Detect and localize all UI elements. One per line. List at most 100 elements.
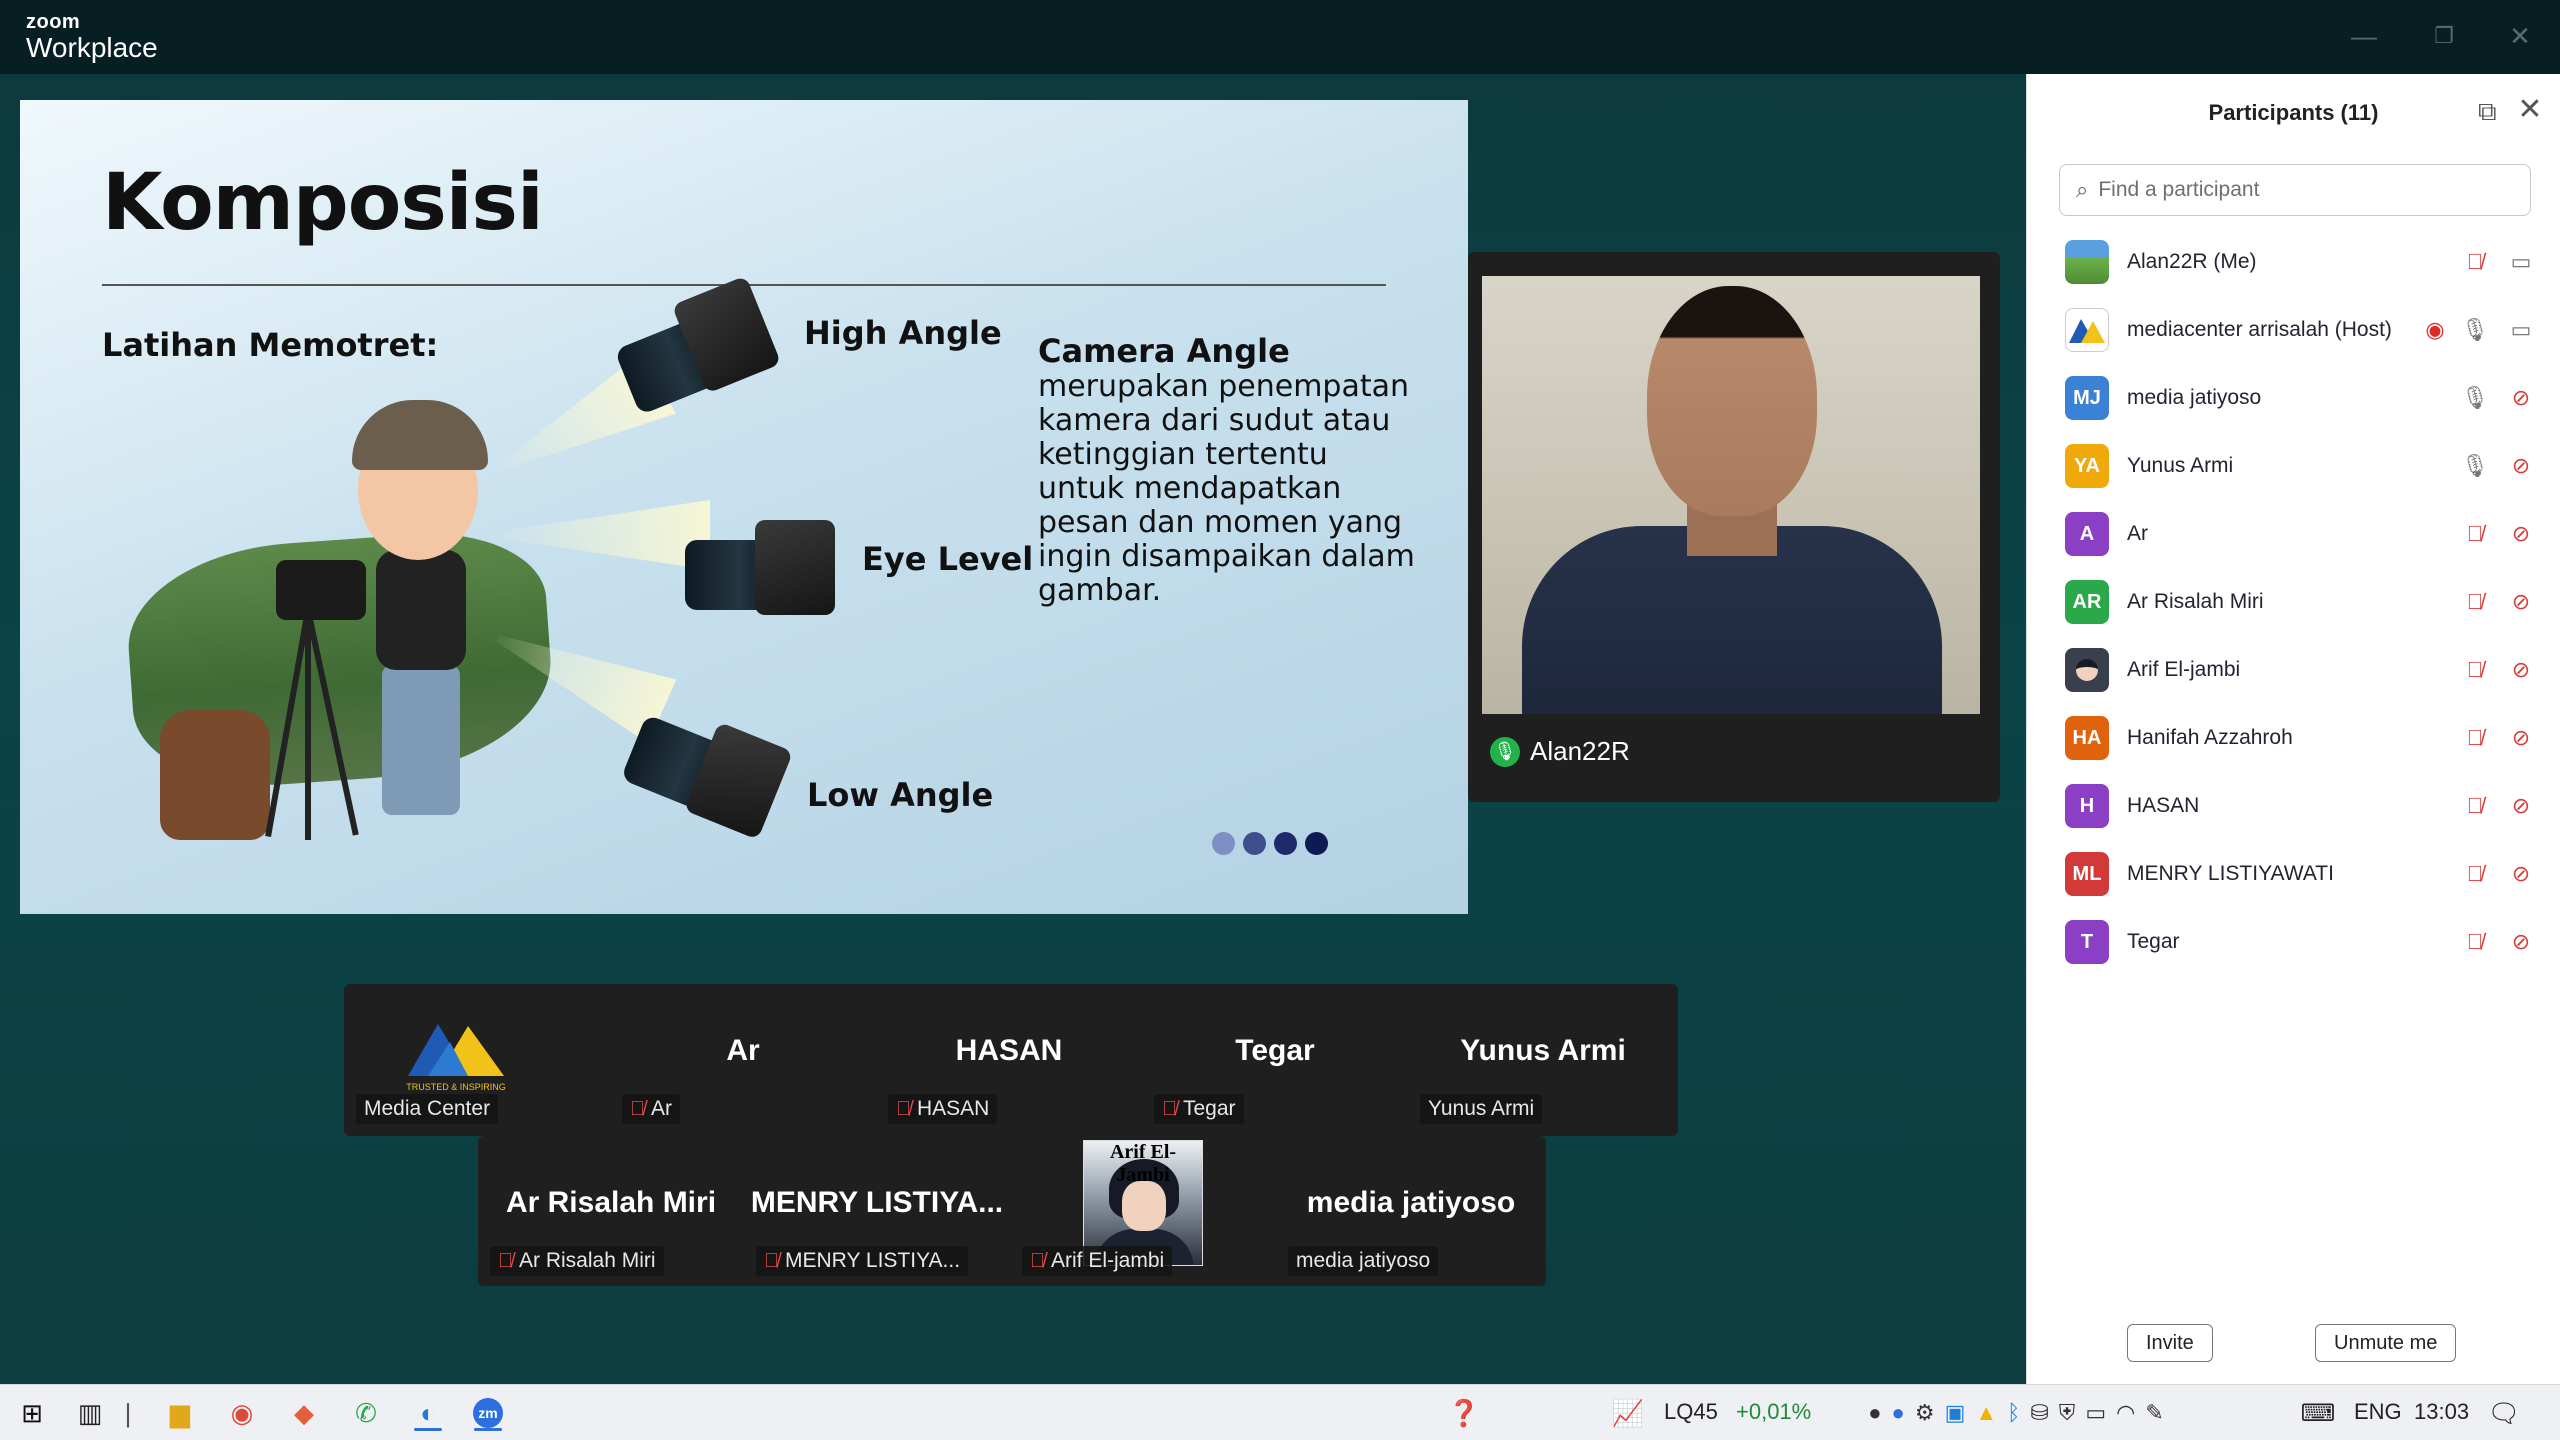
close-panel-icon[interactable]: ✕ — [2514, 92, 2546, 126]
mic-muted-icon[interactable]: 🎙̸ — [2460, 589, 2490, 615]
mic-icon[interactable]: 🎙 — [2460, 317, 2490, 343]
app-flame-icon[interactable]: ◆ — [284, 1393, 324, 1433]
maximize-icon[interactable]: ❐ — [2424, 18, 2464, 54]
mic-muted-icon[interactable]: 🎙̸ — [2460, 793, 2490, 819]
slide-subtitle: Latihan Memotret: — [102, 326, 439, 364]
video-off-icon[interactable]: ⊘ — [2506, 929, 2536, 955]
mic-icon[interactable]: 🎙 — [2460, 385, 2490, 411]
video-off-icon[interactable]: ⊘ — [2506, 725, 2536, 751]
video-off-icon[interactable]: ⊘ — [2506, 861, 2536, 887]
help-icon[interactable]: ❓ — [1444, 1393, 1484, 1433]
tray-drive-icon[interactable]: ▲ — [1975, 1400, 1997, 1426]
video-off-icon[interactable]: ⊘ — [2506, 521, 2536, 547]
participant-avatar — [2065, 308, 2109, 352]
participant-avatar — [2065, 240, 2109, 284]
participant-name: Tegar — [2127, 930, 2180, 953]
tile-display-name: Yunus Armi — [1460, 1034, 1626, 1067]
stock-chart-icon[interactable]: 📈 — [1608, 1393, 1648, 1433]
tile-name: Tegar — [1183, 1097, 1236, 1120]
chrome-icon[interactable]: ◉ — [222, 1393, 262, 1433]
mic-muted-icon[interactable]: 🎙̸ — [2460, 929, 2490, 955]
stock-ticker[interactable]: LQ45 — [1664, 1399, 1718, 1425]
tile-name-label: 🎙̸ MENRY LISTIYA... — [756, 1246, 969, 1276]
video-off-icon[interactable]: ⊘ — [2506, 793, 2536, 819]
progress-dot — [1212, 832, 1235, 855]
tray-display-icon[interactable]: ▣ — [1945, 1400, 1966, 1426]
gallery-tile[interactable]: HASAN 🎙̸ HASAN — [876, 984, 1142, 1134]
security-shield-icon[interactable]: ⛨ — [2059, 1400, 2076, 1426]
tray-network-drive-icon[interactable]: ⛁ — [2030, 1400, 2048, 1426]
gallery-tile[interactable]: Tegar 🎙̸ Tegar — [1142, 984, 1408, 1134]
tile-name-label: 🎙̸ Tegar — [1154, 1094, 1244, 1124]
mic-muted-icon[interactable]: 🎙̸ — [2460, 725, 2490, 751]
clock[interactable]: 13:03 — [2414, 1399, 2469, 1425]
participant-row[interactable]: H HASAN 🎙̸ ⊘ — [2027, 772, 2560, 840]
close-icon[interactable]: ✕ — [2500, 18, 2540, 54]
gallery-tile[interactable]: TRUSTED & INSPIRING Media Center — [344, 984, 610, 1134]
unmute-me-button[interactable]: Unmute me — [2315, 1324, 2457, 1362]
pen-icon[interactable]: ✎ — [2145, 1400, 2163, 1426]
tripod-camera-illustration — [276, 560, 366, 620]
gallery-tile[interactable]: Arif El-Jambi 🎙̸ Arif El-jambi — [1010, 1136, 1276, 1286]
edge-icon[interactable]: ◐ — [408, 1393, 448, 1433]
mic-muted-icon[interactable]: 🎙̸ — [2460, 861, 2490, 887]
notification-icon[interactable]: 🗨 — [2484, 1393, 2524, 1433]
invite-button[interactable]: Invite — [2127, 1324, 2213, 1362]
logo-line1: zoom — [26, 11, 81, 33]
kid-body-illustration — [376, 550, 466, 670]
participant-search-box[interactable]: ⌕ — [2059, 164, 2531, 216]
mic-muted-icon: 🎙̸ — [498, 1249, 513, 1272]
tile-display-name: Ar — [726, 1034, 760, 1067]
video-off-icon[interactable]: ⊘ — [2506, 589, 2536, 615]
mic-muted-icon[interactable]: 🎙̸ — [2460, 249, 2490, 275]
mic-icon[interactable]: 🎙 — [2460, 453, 2490, 479]
battery-icon[interactable]: ▭ — [2085, 1400, 2106, 1426]
tile-name-label: 🎙̸ Ar — [622, 1094, 680, 1124]
participant-row[interactable]: AR Ar Risalah Miri 🎙̸ ⊘ — [2027, 568, 2560, 636]
tray-app-icon[interactable]: ● — [1868, 1400, 1881, 1426]
label-eye-level: Eye Level — [862, 540, 1034, 578]
participant-row[interactable]: HA Hanifah Azzahroh 🎙̸ ⊘ — [2027, 704, 2560, 772]
camera-angle-heading: Camera Angle — [1038, 332, 1290, 370]
tile-name-label: media jatiyoso — [1288, 1246, 1439, 1276]
video-off-icon[interactable]: ⊘ — [2506, 453, 2536, 479]
pop-out-icon[interactable]: ⧉ — [2478, 96, 2510, 126]
task-view-icon[interactable]: ▥ — [70, 1393, 110, 1433]
mic-muted-icon[interactable]: 🎙̸ — [2460, 521, 2490, 547]
gallery-tile[interactable]: Yunus Armi Yunus Armi — [1408, 984, 1678, 1134]
bluetooth-icon[interactable]: ᛒ — [2007, 1400, 2020, 1426]
participant-row[interactable]: MJ media jatiyoso 🎙 ⊘ — [2027, 364, 2560, 432]
tray-zoom-icon[interactable]: ● — [1892, 1400, 1905, 1426]
zoom-taskbar-icon[interactable]: zm — [468, 1393, 508, 1433]
file-explorer-icon[interactable]: ▆ — [160, 1393, 200, 1433]
tray-app-icon[interactable]: ⚙ — [1915, 1400, 1935, 1426]
wifi-icon[interactable]: ◠ — [2116, 1400, 2135, 1426]
participant-row[interactable]: ML MENRY LISTIYAWATI 🎙̸ ⊘ — [2027, 840, 2560, 908]
keyboard-icon[interactable]: ⌨ — [2296, 1393, 2340, 1433]
participant-row[interactable]: A Ar 🎙̸ ⊘ — [2027, 500, 2560, 568]
video-off-icon[interactable]: ⊘ — [2506, 385, 2536, 411]
participant-row[interactable]: T Tegar 🎙̸ ⊘ — [2027, 908, 2560, 976]
video-off-icon[interactable]: ⊘ — [2506, 657, 2536, 683]
participant-row[interactable]: Alan22R (Me) 🎙̸ ▭ — [2027, 228, 2560, 296]
minimize-icon[interactable]: — — [2344, 18, 2384, 54]
gallery-tile[interactable]: media jatiyoso media jatiyoso — [1276, 1136, 1546, 1286]
whatsapp-icon[interactable]: ✆ — [346, 1393, 386, 1433]
shared-screen-slide[interactable]: Komposisi Latihan Memotret: High Angle E… — [20, 100, 1468, 914]
tile-name: media jatiyoso — [1296, 1249, 1431, 1272]
participant-row[interactable]: Arif El-jambi 🎙̸ ⊘ — [2027, 636, 2560, 704]
video-icon[interactable]: ▭ — [2506, 249, 2536, 275]
language-indicator[interactable]: ENG — [2354, 1399, 2402, 1425]
video-icon[interactable]: ▭ — [2506, 317, 2536, 343]
mic-muted-icon[interactable]: 🎙̸ — [2460, 657, 2490, 683]
participant-search-input[interactable] — [2098, 178, 2499, 202]
mic-muted-icon: 🎙̸ — [896, 1097, 911, 1120]
gallery-tile[interactable]: MENRY LISTIYA... 🎙̸ MENRY LISTIYA... — [744, 1136, 1010, 1286]
participant-row[interactable]: YA Yunus Armi 🎙 ⊘ — [2027, 432, 2560, 500]
gallery-tile[interactable]: Ar 🎙̸ Ar — [610, 984, 876, 1134]
participant-row[interactable]: mediacenter arrisalah (Host) ◉ 🎙 ▭ — [2027, 296, 2560, 364]
windows-start-icon[interactable]: ⊞ — [12, 1393, 52, 1433]
participant-name: Hanifah Azzahroh — [2127, 726, 2293, 749]
gallery-tile[interactable]: Ar Risalah Miri 🎙̸ Ar Risalah Miri — [478, 1136, 744, 1286]
title-bar: zoom Workplace — ❐ ✕ — [0, 0, 2560, 74]
